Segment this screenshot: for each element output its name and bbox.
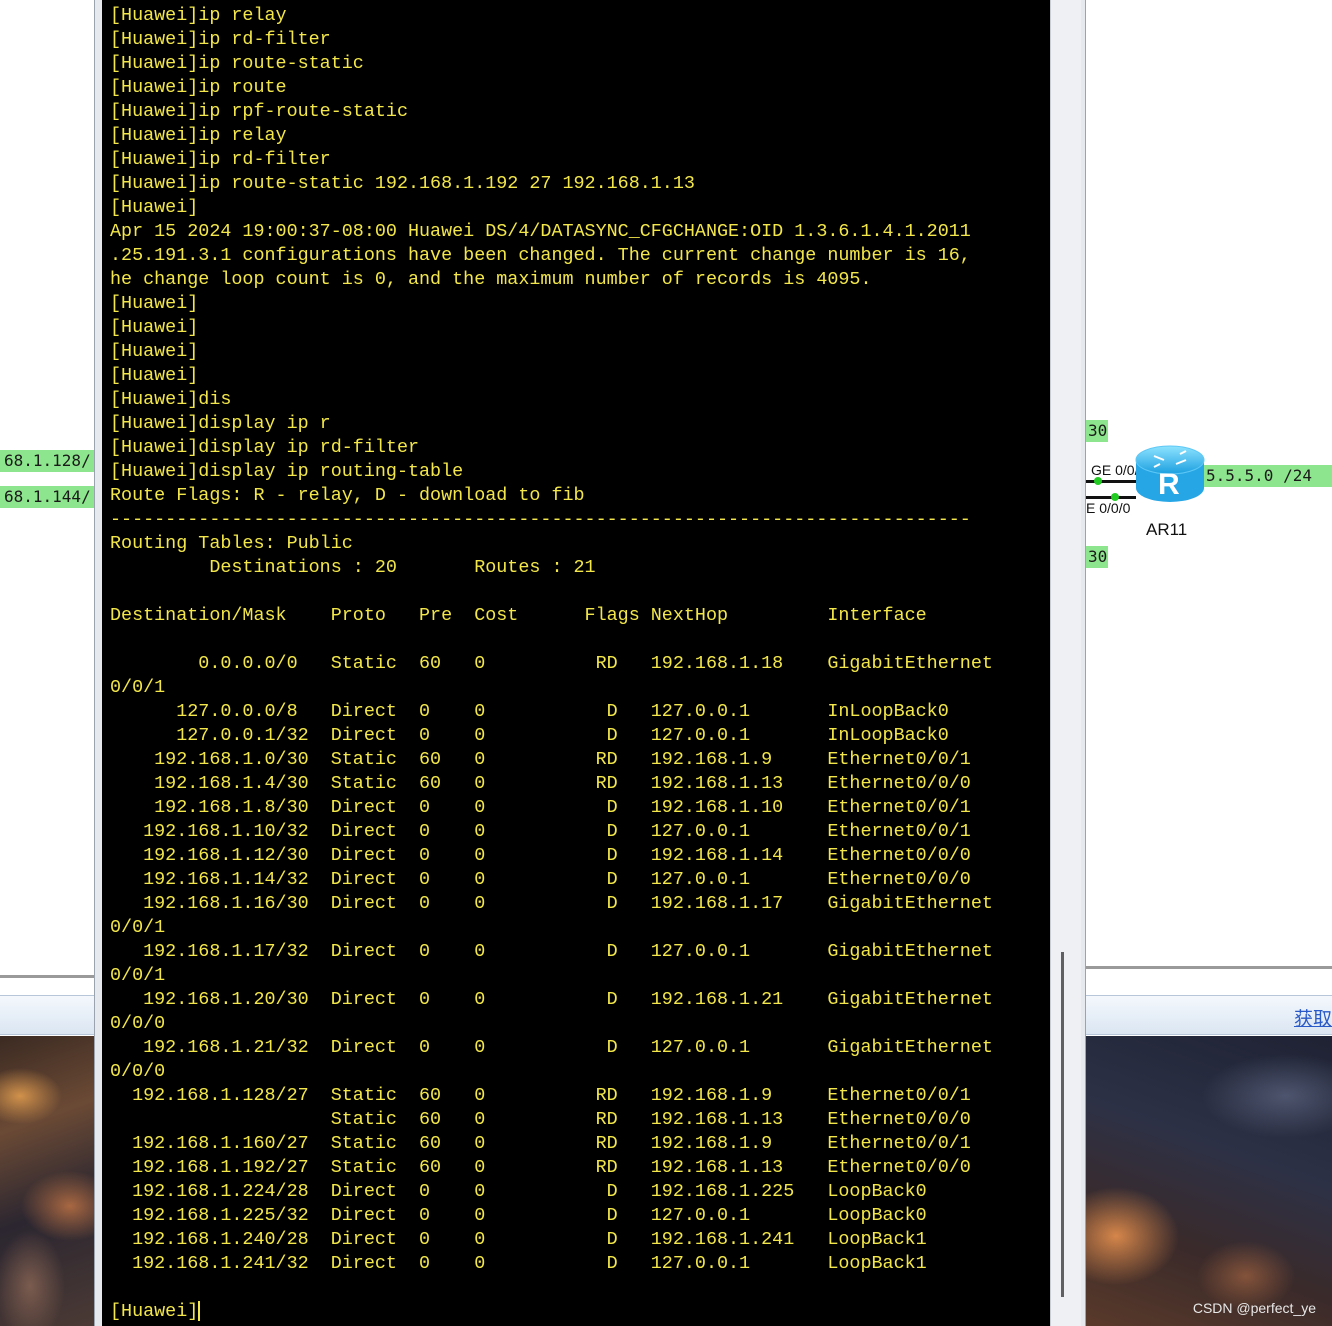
terminal-line: 0/0/1	[110, 677, 166, 698]
network-label-bottom-right: 30	[1086, 546, 1108, 568]
terminal-line: 192.168.1.17/32 Direct 0 0 D 127.0.0.1 G…	[110, 941, 993, 962]
terminal-line: [Huawei]	[110, 365, 199, 386]
lower-toolbar-left	[0, 995, 94, 1035]
terminal-line: Apr 15 2024 19:00:37-08:00 Huawei DS/4/D…	[110, 221, 971, 242]
terminal-line: 0/0/0	[110, 1061, 166, 1082]
terminal-line: .25.191.3.1 configurations have been cha…	[110, 245, 971, 266]
terminal-scrollbar[interactable]	[1050, 0, 1081, 1326]
port-label-e000: E 0/0/0	[1086, 500, 1131, 516]
terminal-line: 127.0.0.0/8 Direct 0 0 D 127.0.0.1 InLoo…	[110, 701, 949, 722]
terminal-line: [Huawei]ip rd-filter	[110, 149, 331, 170]
acquire-link[interactable]: 获取	[1294, 1004, 1332, 1031]
terminal-line: 192.168.1.21/32 Direct 0 0 D 127.0.0.1 G…	[110, 1037, 993, 1058]
terminal-line: 127.0.0.1/32 Direct 0 0 D 127.0.0.1 InLo…	[110, 725, 949, 746]
terminal-line: [Huawei]ip relay	[110, 125, 287, 146]
terminal-line: [Huawei]ip rpf-route-static	[110, 101, 408, 122]
terminal-line: [Huawei]ip route-static	[110, 53, 364, 74]
terminal-line: [Huawei]ip route-static 192.168.1.192 27…	[110, 173, 695, 194]
terminal-line: 0/0/1	[110, 965, 166, 986]
terminal-line: 192.168.1.8/30 Direct 0 0 D 192.168.1.10…	[110, 797, 971, 818]
terminal-line: 192.168.1.4/30 Static 60 0 RD 192.168.1.…	[110, 773, 971, 794]
terminal-line: 192.168.1.12/30 Direct 0 0 D 192.168.1.1…	[110, 845, 971, 866]
network-label-5-5-5-0: 5.5.5.0 /24	[1202, 465, 1332, 487]
terminal-line: 192.168.1.160/27 Static 60 0 RD 192.168.…	[110, 1133, 971, 1154]
terminal-line: 192.168.1.128/27 Static 60 0 RD 192.168.…	[110, 1085, 971, 1106]
terminal-line: 192.168.1.241/32 Direct 0 0 D 127.0.0.1 …	[110, 1253, 927, 1274]
scrollbar-thumb[interactable]	[1061, 952, 1064, 1297]
terminal-line: [Huawei]ip route	[110, 77, 287, 98]
terminal-line: 192.168.1.0/30 Static 60 0 RD 192.168.1.…	[110, 749, 971, 770]
text-cursor	[198, 1301, 201, 1322]
terminal-line: 0/0/1	[110, 917, 166, 938]
terminal-line: 0.0.0.0/0 Static 60 0 RD 192.168.1.18 Gi…	[110, 653, 993, 674]
wallpaper-image-right: CSDN @perfect_ye	[1086, 1036, 1332, 1326]
divider	[1086, 966, 1332, 969]
terminal-line: [Huawei]	[110, 341, 199, 362]
terminal-line: [Huawei]ip rd-filter	[110, 29, 331, 50]
router-ar11[interactable]: R	[1132, 440, 1208, 510]
terminal-line: Destinations : 20 Routes : 21	[110, 557, 596, 578]
terminal-line: 192.168.1.225/32 Direct 0 0 D 127.0.0.1 …	[110, 1205, 927, 1226]
terminal-line: Route Flags: R - relay, D - download to …	[110, 485, 585, 506]
terminal-line: 0/0/0	[110, 1013, 166, 1034]
terminal-line: [Huawei]dis	[110, 389, 232, 410]
router-name-label: AR11	[1146, 520, 1188, 539]
terminal-line: [Huawei]	[110, 317, 199, 338]
terminal-line: 192.168.1.16/30 Direct 0 0 D 192.168.1.1…	[110, 893, 993, 914]
port-status-dot	[1094, 477, 1102, 485]
terminal-line: 192.168.1.20/30 Direct 0 0 D 192.168.1.2…	[110, 989, 993, 1010]
terminal-line: he change loop count is 0, and the maxim…	[110, 269, 872, 290]
network-label-128: 68.1.128/	[0, 450, 94, 472]
terminal-line: Destination/Mask Proto Pre Cost Flags Ne…	[110, 605, 927, 626]
network-label-top-right: 30	[1086, 420, 1108, 442]
terminal-line: ----------------------------------------…	[110, 509, 971, 530]
terminal-line: 192.168.1.224/28 Direct 0 0 D 192.168.1.…	[110, 1181, 927, 1202]
terminal-line: [Huawei]ip relay	[110, 5, 287, 26]
terminal-line: 192.168.1.192/27 Static 60 0 RD 192.168.…	[110, 1157, 971, 1178]
terminal-line: [Huawei]display ip rd-filter	[110, 437, 420, 458]
terminal-line: [Huawei]	[110, 1301, 201, 1322]
terminal-line: [Huawei]	[110, 293, 199, 314]
terminal-line: 192.168.1.10/32 Direct 0 0 D 127.0.0.1 E…	[110, 821, 971, 842]
terminal-line: [Huawei]	[110, 197, 199, 218]
terminal-line: Static 60 0 RD 192.168.1.13 Ethernet0/0/…	[110, 1109, 971, 1130]
terminal-line: 192.168.1.240/28 Direct 0 0 D 192.168.1.…	[110, 1229, 927, 1250]
wallpaper-image-left	[0, 1036, 94, 1326]
terminal-line: [Huawei]display ip routing-table	[110, 461, 464, 482]
watermark: CSDN @perfect_ye	[1192, 1300, 1316, 1316]
network-label-144: 68.1.144/	[0, 486, 94, 508]
divider	[0, 975, 94, 978]
terminal-line: [Huawei]display ip r	[110, 413, 331, 434]
router-letter: R	[1158, 468, 1180, 501]
terminal-line: 192.168.1.14/32 Direct 0 0 D 127.0.0.1 E…	[110, 869, 971, 890]
terminal-line: Routing Tables: Public	[110, 533, 353, 554]
terminal-output[interactable]: [Huawei]ip relay [Huawei]ip rd-filter [Hua…	[102, 0, 1050, 1326]
